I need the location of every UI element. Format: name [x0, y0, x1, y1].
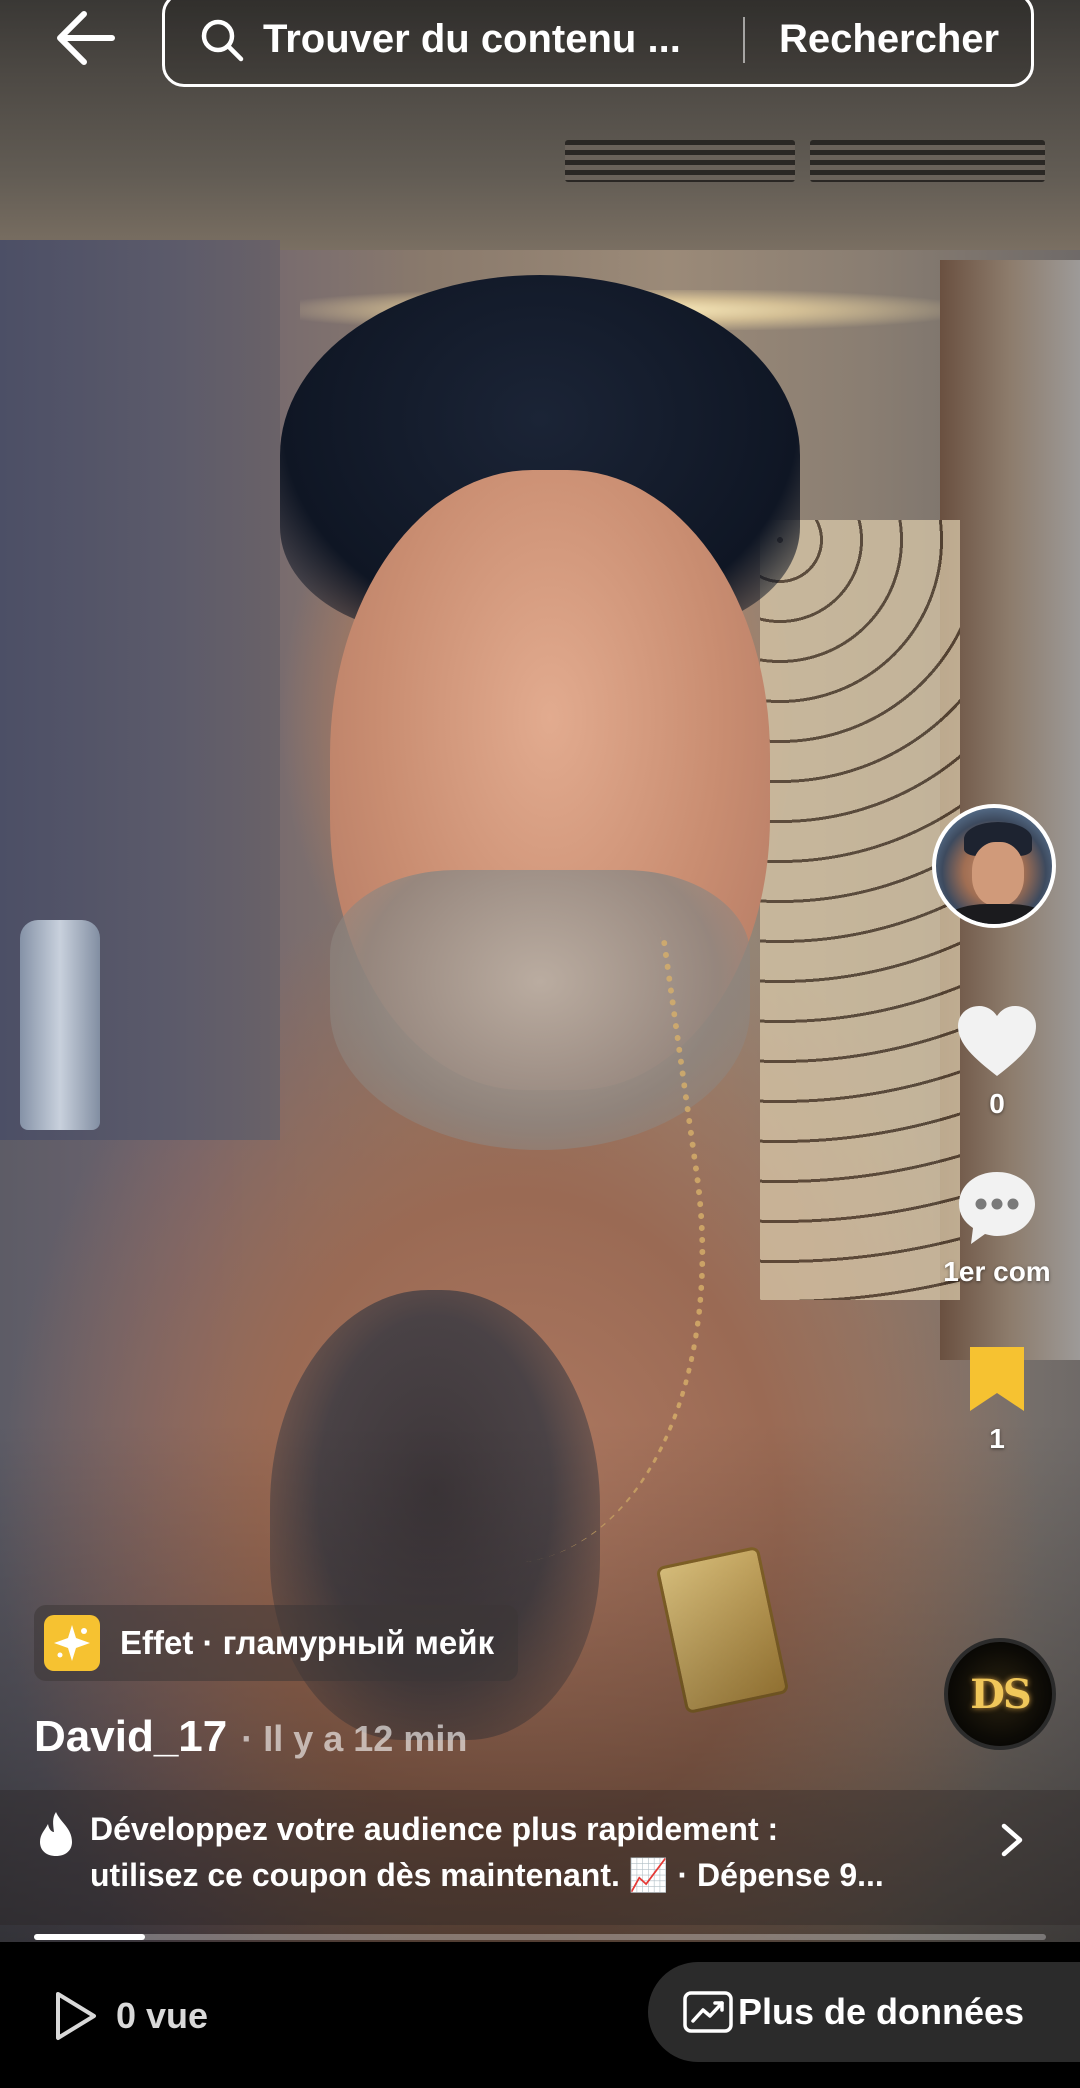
- comment-action[interactable]: 1er com: [922, 1168, 1072, 1288]
- video-progress-fill: [34, 1934, 146, 1940]
- effect-chip[interactable]: Effet · гламурный мейк: [34, 1605, 519, 1681]
- views-stat: 0 vue: [50, 1990, 208, 2042]
- author-name[interactable]: David_17: [34, 1712, 227, 1762]
- effect-label: Effet · гламурный мейк: [120, 1624, 495, 1661]
- music-disc[interactable]: DS: [944, 1638, 1056, 1750]
- search-icon: [201, 19, 244, 61]
- like-action[interactable]: 0: [942, 1002, 1052, 1120]
- more-data-label: Plus de données: [738, 1991, 1025, 2032]
- promo-line-1: Développez votre audience plus rapidemen…: [90, 1811, 779, 1847]
- bookmark-action[interactable]: 1: [942, 1343, 1052, 1455]
- music-disc-logo: DS: [970, 1670, 1032, 1718]
- effect-sparkle-icon: [44, 1615, 100, 1671]
- author-line: David_17 · Il y a 12 min: [34, 1712, 467, 1762]
- bookmark-count: 1: [989, 1423, 1005, 1454]
- search-bar[interactable]: Trouver du contenu ... Rechercher: [162, 0, 1034, 87]
- comment-label: 1er com: [943, 1256, 1051, 1287]
- bookmark-icon[interactable]: [966, 1343, 1028, 1415]
- bottom-bar: 0 vue Plus de données: [0, 1942, 1080, 2088]
- flame-icon: [40, 1812, 72, 1856]
- search-input[interactable]: Trouver du contenu ...: [263, 17, 723, 62]
- promo-line-2: utilisez ce coupon dès maintenant. 📈 · D…: [90, 1857, 884, 1893]
- author-avatar[interactable]: [932, 804, 1056, 928]
- promo-banner[interactable]: Développez votre audience plus rapidemen…: [0, 1790, 1080, 1925]
- analytics-icon: [683, 1991, 733, 2033]
- chevron-right-icon[interactable]: [996, 1820, 1028, 1860]
- more-data-button[interactable]: Plus de données: [648, 1962, 1080, 2062]
- video-progress-bar[interactable]: [34, 1934, 1046, 1940]
- search-button[interactable]: Rechercher: [779, 17, 999, 62]
- back-button[interactable]: [52, 8, 116, 68]
- heart-icon[interactable]: [954, 1002, 1040, 1080]
- like-count: 0: [989, 1088, 1005, 1119]
- back-arrow-icon: [57, 11, 115, 65]
- post-time: · Il y a 12 min: [241, 1718, 468, 1759]
- views-count: 0 vue: [116, 1995, 209, 2036]
- comment-icon[interactable]: [955, 1168, 1039, 1248]
- promo-text: Développez votre audience plus rapidemen…: [90, 1806, 970, 1898]
- play-icon: [56, 1992, 96, 2040]
- search-divider: [743, 16, 745, 63]
